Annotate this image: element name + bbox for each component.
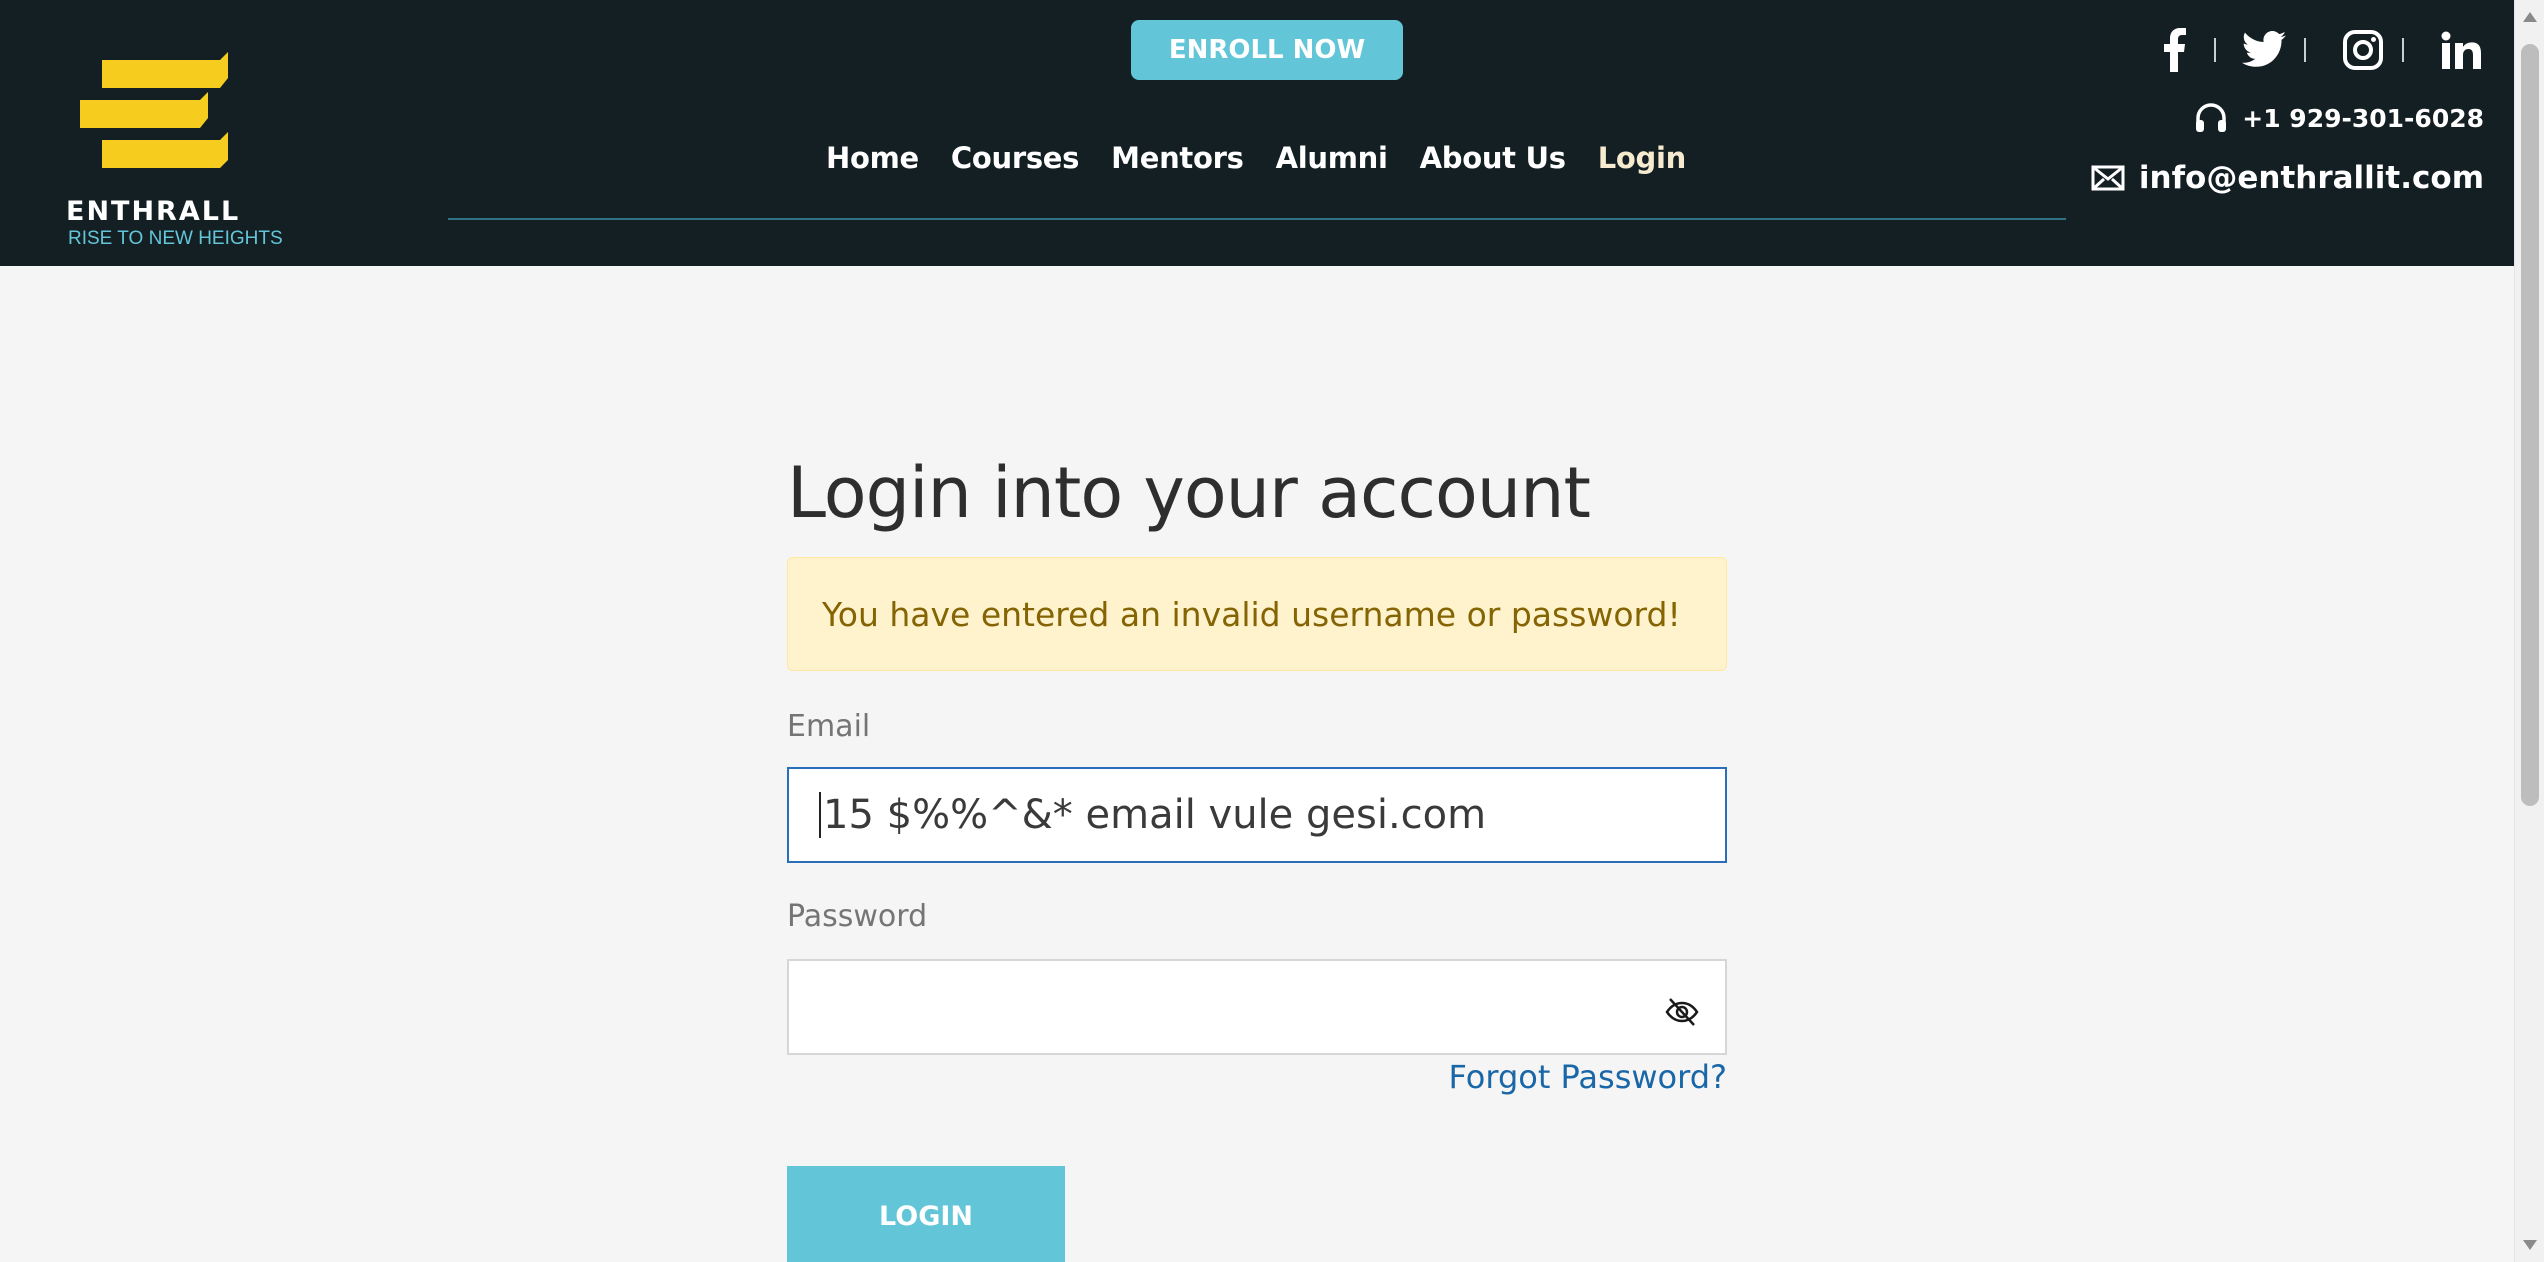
nav-divider	[448, 218, 2066, 220]
twitter-icon[interactable]	[2240, 24, 2288, 76]
forgot-password-link[interactable]: Forgot Password?	[1449, 1058, 1728, 1096]
phone-number: +1 929-301-6028	[2242, 103, 2484, 133]
header-email[interactable]: info@enthrallit.com	[2091, 160, 2484, 196]
nav-item-alumni[interactable]: Alumni	[1276, 141, 1388, 175]
social-separator	[2214, 38, 2216, 62]
eye-slash-icon[interactable]	[1665, 991, 1699, 1037]
scroll-thumb[interactable]	[2521, 44, 2539, 806]
main-nav: Home Courses Mentors Alumni About Us Log…	[826, 136, 1686, 180]
instagram-icon[interactable]	[2340, 24, 2386, 76]
scroll-up-arrow-icon[interactable]	[2523, 12, 2537, 22]
text-caret	[819, 792, 821, 838]
main-content: Login into your account You have entered…	[0, 266, 2514, 1262]
facebook-icon[interactable]	[2156, 24, 2192, 76]
logo-tagline: RISE TO NEW HEIGHTS	[68, 228, 283, 249]
logo-mark-icon	[80, 52, 228, 168]
page: ENTHRALL RISE TO NEW HEIGHTS ENROLL NOW …	[0, 0, 2544, 1262]
page-title: Login into your account	[787, 452, 1591, 534]
mail-icon	[2091, 165, 2125, 191]
error-alert: You have entered an invalid username or …	[787, 557, 1727, 671]
login-button[interactable]: LOGIN	[787, 1166, 1065, 1262]
nav-item-about-us[interactable]: About Us	[1420, 141, 1566, 175]
password-field[interactable]	[787, 959, 1727, 1055]
email-label: Email	[787, 709, 871, 744]
header-phone[interactable]: +1 929-301-6028	[2194, 102, 2484, 134]
site-header: ENTHRALL RISE TO NEW HEIGHTS ENROLL NOW …	[0, 0, 2514, 266]
nav-item-courses[interactable]: Courses	[951, 141, 1080, 175]
email-field[interactable]: 15 $%%^&* email vule gesi.com	[787, 767, 1727, 863]
nav-item-home[interactable]: Home	[826, 141, 919, 175]
enroll-now-button[interactable]: ENROLL NOW	[1131, 20, 1403, 80]
headset-icon	[2194, 102, 2228, 134]
logo-wordmark: ENTHRALL	[66, 196, 241, 227]
vertical-scrollbar[interactable]	[2514, 0, 2544, 1262]
scroll-down-arrow-icon[interactable]	[2523, 1240, 2537, 1250]
password-label: Password	[787, 899, 928, 934]
linkedin-icon[interactable]	[2438, 24, 2484, 76]
brand-logo[interactable]: ENTHRALL RISE TO NEW HEIGHTS	[62, 24, 292, 254]
social-separator	[2304, 38, 2306, 62]
nav-item-mentors[interactable]: Mentors	[1111, 141, 1244, 175]
email-address: info@enthrallit.com	[2138, 160, 2484, 196]
email-field-value: 15 $%%^&* email vule gesi.com	[823, 792, 1487, 838]
nav-item-login[interactable]: Login	[1598, 141, 1687, 175]
social-separator	[2402, 38, 2404, 62]
